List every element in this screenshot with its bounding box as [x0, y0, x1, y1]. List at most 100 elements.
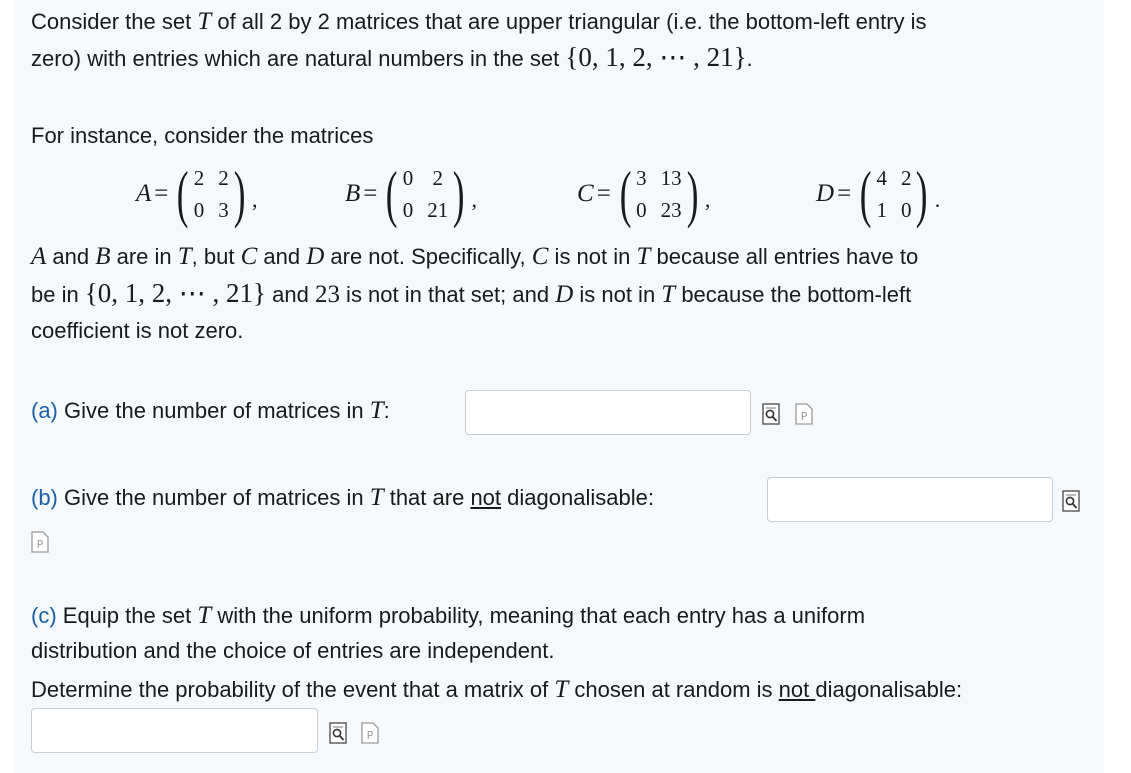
math-symbol: T — [177, 243, 192, 270]
matrix-name: D — [816, 180, 835, 207]
right-paren: ) — [916, 158, 929, 229]
matrix-entry: 0 — [900, 198, 912, 222]
part-c-answer-input[interactable] — [31, 708, 318, 753]
part-b-answer-input[interactable] — [767, 477, 1053, 522]
matrix-entry: 23 — [660, 198, 682, 222]
matrix-entry: 3 — [218, 198, 229, 222]
matrix-b: B = ( 0 2 0 21 ) , — [345, 158, 478, 229]
set-symbol: T — [197, 8, 212, 35]
intro-text: . — [746, 46, 753, 71]
preview-icon[interactable] — [1062, 490, 1080, 512]
matrix-entry: 0 — [193, 198, 205, 222]
part-text: Give the number of matrices in — [57, 485, 370, 510]
part-text: Give the number of matrices in — [57, 398, 370, 423]
examples-lead: For instance, consider the matrices — [31, 123, 374, 148]
underlined-not: not — [778, 677, 816, 702]
note-text: and — [257, 244, 307, 269]
math-number: 23 — [314, 281, 340, 308]
set-range: {0, 1, 2, ⋯ , 21} — [565, 42, 747, 72]
intro-line-1: Consider the set T of all 2 by 2 matrice… — [31, 8, 927, 36]
math-symbol: C — [240, 243, 258, 270]
part-text: that are — [383, 485, 471, 510]
note-line-2: be in {0, 1, 2, ⋯ , 21} and 23 is not in… — [31, 279, 911, 309]
left-paren: ( — [386, 158, 398, 229]
intro-text: of all 2 by 2 matrices that are upper tr… — [211, 9, 927, 34]
help-p-icon[interactable]: P — [795, 403, 813, 425]
left-paren: ( — [619, 158, 632, 229]
matrix-entry: 2 — [218, 166, 229, 190]
matrix-entries: 0 2 0 21 — [403, 163, 449, 225]
matrix-d: D = ( 4 2 1 0 ) . — [816, 158, 941, 229]
note-text: are not. Specifically, — [324, 244, 532, 269]
math-symbol: T — [369, 397, 384, 424]
note-text: is not in that set; and — [339, 282, 556, 307]
matrix-entries: 2 2 0 3 — [194, 163, 229, 225]
matrix-punct: , — [704, 187, 711, 212]
matrix-entry: 21 — [427, 198, 449, 222]
matrix-entry: 2 — [193, 166, 205, 190]
note-text: and — [46, 244, 96, 269]
matrix-name: A — [136, 180, 152, 207]
math-symbol: T — [197, 602, 212, 629]
part-b-prompt: (b) Give the number of matrices in T tha… — [31, 484, 654, 512]
matrix-entry: 0 — [402, 198, 414, 222]
help-p-icon[interactable]: P — [31, 531, 49, 553]
matrix-entry: 2 — [432, 166, 443, 190]
matrix-entry: 13 — [660, 166, 682, 190]
part-a-prompt: (a) Give the number of matrices in T: — [31, 397, 390, 425]
matrix-name: C — [577, 180, 594, 207]
part-label: (c) — [31, 603, 57, 628]
matrix-entry: 0 — [402, 166, 414, 190]
math-symbol: T — [661, 281, 676, 308]
note-text: is not in — [548, 244, 637, 269]
note-text: be in — [31, 282, 85, 307]
part-a-answer-input[interactable] — [465, 390, 751, 435]
matrix-entry: 4 — [876, 166, 887, 190]
math-symbol: T — [369, 484, 384, 511]
matrix-punct: , — [252, 187, 258, 212]
matrix-c: C = ( 3 13 0 23 ) , — [577, 158, 711, 229]
intro-line-2: zero) with entries which are natural num… — [31, 43, 753, 73]
matrix-entry: 0 — [636, 198, 647, 222]
right-paren: ) — [686, 158, 699, 229]
part-c-line-2: distribution and the choice of entries a… — [31, 638, 555, 663]
part-c-line-1: (c) Equip the set T with the uniform pro… — [31, 602, 865, 630]
left-paren: ( — [177, 158, 189, 229]
note-text: is not in — [573, 282, 662, 307]
note-line-3: coefficient is not zero. — [31, 318, 244, 343]
matrix-entries: 3 13 0 23 — [636, 163, 682, 225]
left-paren: ( — [859, 158, 872, 229]
matrix-entries: 4 2 1 0 — [876, 163, 911, 225]
math-symbol: B — [95, 243, 111, 270]
part-label: (a) — [31, 398, 58, 423]
math-symbol: T — [636, 243, 651, 270]
math-symbol: D — [306, 243, 325, 270]
right-paren: ) — [452, 158, 465, 229]
matrix-a: A = ( 2 2 0 3 ) , — [136, 158, 258, 229]
preview-icon[interactable] — [329, 722, 347, 744]
intro-text: zero) with entries which are natural num… — [31, 46, 566, 71]
matrix-entry: 3 — [636, 166, 647, 190]
svg-text:P: P — [37, 538, 44, 551]
intro-text: Consider the set — [31, 9, 198, 34]
math-symbol: C — [531, 243, 549, 270]
note-text: because all entries have to — [650, 244, 919, 269]
part-text: diagonalisable: — [815, 677, 963, 702]
set-range: {0, 1, 2, ⋯ , 21} — [84, 278, 266, 308]
part-text: Determine the probability of the event t… — [31, 677, 555, 702]
matrix-entry: 2 — [900, 166, 912, 190]
preview-icon[interactable] — [762, 403, 780, 425]
matrix-entry: 1 — [876, 198, 887, 222]
part-text: chosen at random is — [568, 677, 779, 702]
note-text: because the bottom-left — [675, 282, 912, 307]
matrix-punct: , — [471, 187, 478, 212]
note-text: , but — [191, 244, 241, 269]
math-symbol: T — [554, 676, 569, 703]
part-c-line-3: Determine the probability of the event t… — [31, 676, 962, 704]
part-text: diagonalisable: — [501, 485, 654, 510]
note-line-1: A and B are in T, but C and D are not. S… — [31, 243, 918, 271]
note-text: and — [266, 282, 315, 307]
part-text: Equip the set — [56, 603, 198, 628]
help-p-icon[interactable]: P — [361, 722, 379, 744]
svg-text:P: P — [367, 729, 374, 742]
